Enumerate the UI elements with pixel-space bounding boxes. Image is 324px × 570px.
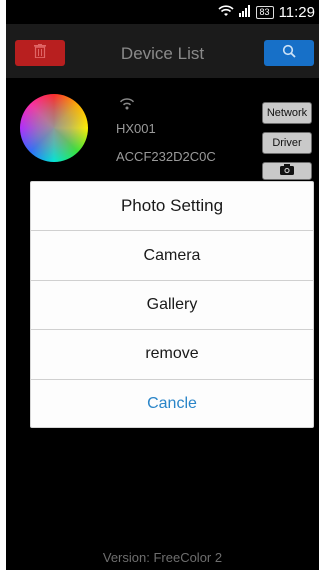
- device-mac: ACCF232D2C0C: [116, 149, 216, 164]
- wifi-icon: [217, 4, 234, 20]
- driver-button[interactable]: Driver: [262, 132, 312, 154]
- color-wheel[interactable]: [20, 94, 88, 162]
- app-bar: Device List: [6, 24, 319, 78]
- device-name: HX001: [116, 121, 156, 136]
- signal-icon: [238, 4, 251, 20]
- photo-setting-dialog: Photo Setting Camera Gallery remove Canc…: [30, 181, 314, 428]
- dialog-title: Photo Setting: [31, 182, 313, 232]
- photo-button[interactable]: [262, 162, 312, 180]
- clock: 11:29: [278, 3, 315, 21]
- status-right: 83 11:29: [217, 3, 315, 21]
- remove-option[interactable]: remove: [31, 330, 313, 380]
- cancel-button[interactable]: Cancle: [31, 380, 313, 429]
- gallery-option[interactable]: Gallery: [31, 281, 313, 331]
- search-button[interactable]: [264, 40, 314, 66]
- camera-option[interactable]: Camera: [31, 231, 313, 281]
- network-button[interactable]: Network: [262, 102, 312, 124]
- phone-screen: 83 11:29 Device List HX001 ACCF232D2C0C …: [6, 0, 319, 570]
- search-icon: [282, 44, 296, 63]
- version-label: Version: FreeColor 2: [102, 550, 223, 565]
- battery-icon: 83: [255, 5, 274, 19]
- wifi-icon: [118, 96, 136, 115]
- camera-icon: [280, 164, 294, 178]
- status-bar: 83 11:29: [6, 0, 319, 24]
